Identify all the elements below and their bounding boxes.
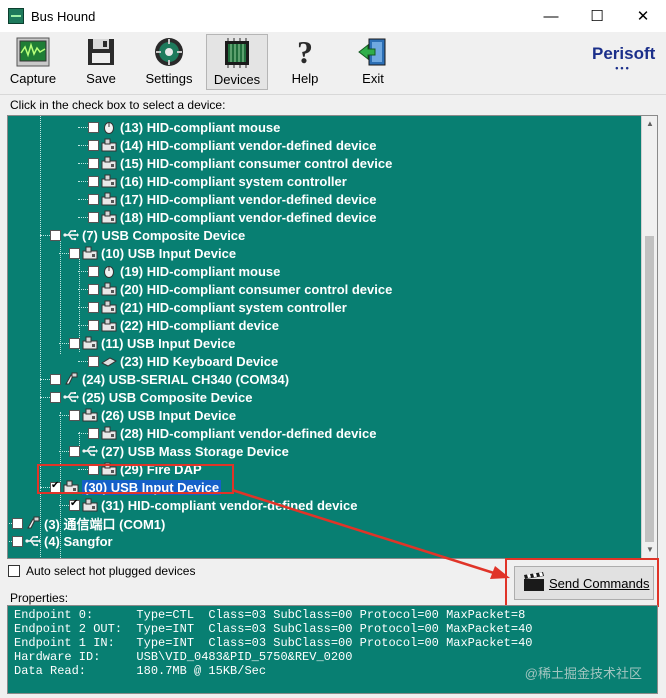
watermark: @稀土掘金技术社区 <box>524 666 642 681</box>
property-line: Endpoint 1 IN: Type=INT Class=03 SubClas… <box>14 636 533 650</box>
property-line: Endpoint 0: Type=CTL Class=03 SubClass=0… <box>14 608 526 622</box>
annotation-arrow-icon <box>231 488 510 579</box>
property-line: Hardware ID: USB\VID_0483&PID_5750&REV_0… <box>14 650 353 664</box>
property-line: Endpoint 2 OUT: Type=INT Class=03 SubCla… <box>14 622 533 636</box>
properties-label: Properties: <box>10 591 69 605</box>
